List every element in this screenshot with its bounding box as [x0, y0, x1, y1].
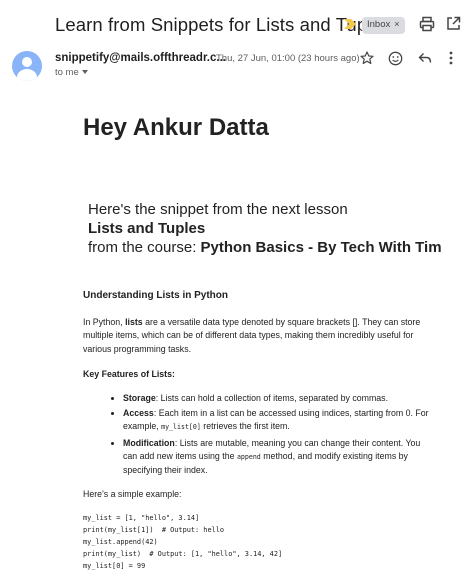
course-prefix: from the course: — [88, 239, 201, 256]
feature-text: : Lists can hold a collection of items, … — [155, 393, 389, 404]
more-vert-icon[interactable] — [449, 51, 453, 65]
intro-line: Here's the snippet from the next lesson — [88, 201, 348, 218]
greeting-heading: Hey Ankur Datta — [83, 114, 269, 141]
emoji-reaction-icon[interactable] — [388, 51, 403, 66]
lesson-title: Lists and Tuples — [88, 220, 206, 237]
inbox-label-chip: Inbox × — [362, 17, 405, 34]
label-chip-text: Inbox — [367, 19, 391, 30]
snippet-content: Understanding Lists in Python In Python,… — [83, 289, 433, 572]
avatar-body-shape — [17, 69, 37, 81]
course-name: Python Basics - By Tech With Tim — [200, 239, 442, 256]
code-line: my_list.append(42) — [83, 538, 158, 547]
email-subject: Learn from Snippets for Lists and Tuples — [55, 14, 392, 35]
lists-description: In Python, lists are a versatile data ty… — [83, 316, 433, 356]
inline-code: append — [236, 452, 261, 461]
para-bold-term: lists — [125, 317, 143, 328]
open-in-new-window-icon[interactable] — [446, 16, 461, 31]
code-line: my_list[0] = 99 — [83, 562, 146, 571]
avatar-head-shape — [22, 57, 32, 67]
example-intro: Here's a simple example: — [83, 489, 182, 500]
intro-block: Here's the snippet from the next lesson … — [88, 200, 442, 257]
code-line: print(my_list) # Output: [1, "hello", 3.… — [83, 550, 283, 559]
course-line: from the course: Python Basics - By Tech… — [88, 238, 442, 257]
features-title: Key Features of Lists: — [83, 368, 175, 379]
list-item: Storage: Lists can hold a collection of … — [123, 392, 433, 405]
recipient-details[interactable]: to me — [55, 67, 88, 78]
email-body: Hey Ankur Datta Here's the snippet from … — [0, 86, 468, 577]
code-line: print(my_list[1]) # Output: hello — [83, 526, 225, 535]
sender-avatar[interactable] — [12, 51, 42, 81]
reply-icon[interactable] — [418, 52, 432, 64]
star-icon[interactable] — [360, 51, 374, 65]
section-title: Understanding Lists in Python — [83, 290, 229, 301]
para-text: In Python, — [83, 317, 126, 328]
code-line: my_list = [1, "hello", 3.14] — [83, 514, 200, 523]
email-date: Thu, 27 Jun, 01:00 (23 hours ago) — [216, 53, 360, 64]
feature-term: Access — [123, 408, 154, 419]
feature-term: Modification — [123, 437, 175, 448]
email-subject-bar: Learn from Snippets for Lists and Tuples… — [0, 0, 468, 46]
list-item: Access: Each item in a list can be acces… — [123, 407, 433, 434]
print-icon[interactable] — [419, 16, 435, 32]
feature-text-after: retrieves the first item. — [200, 421, 290, 432]
code-block: my_list = [1, "hello", 3.14] print(my_lis… — [83, 512, 433, 572]
sender-email[interactable]: snippetify@mails.offthreadr.c... — [55, 52, 226, 64]
feature-term: Storage — [123, 393, 156, 404]
inline-code: my_list[0] — [161, 423, 201, 432]
features-list: Storage: Lists can hold a collection of … — [83, 392, 433, 477]
important-marker-icon[interactable] — [343, 18, 357, 30]
list-item: Modification: Lists are mutable, meaning… — [123, 437, 433, 478]
chevron-down-icon[interactable] — [81, 70, 88, 75]
recipient-text: to me — [55, 67, 79, 78]
remove-label-icon[interactable]: × — [394, 19, 399, 29]
